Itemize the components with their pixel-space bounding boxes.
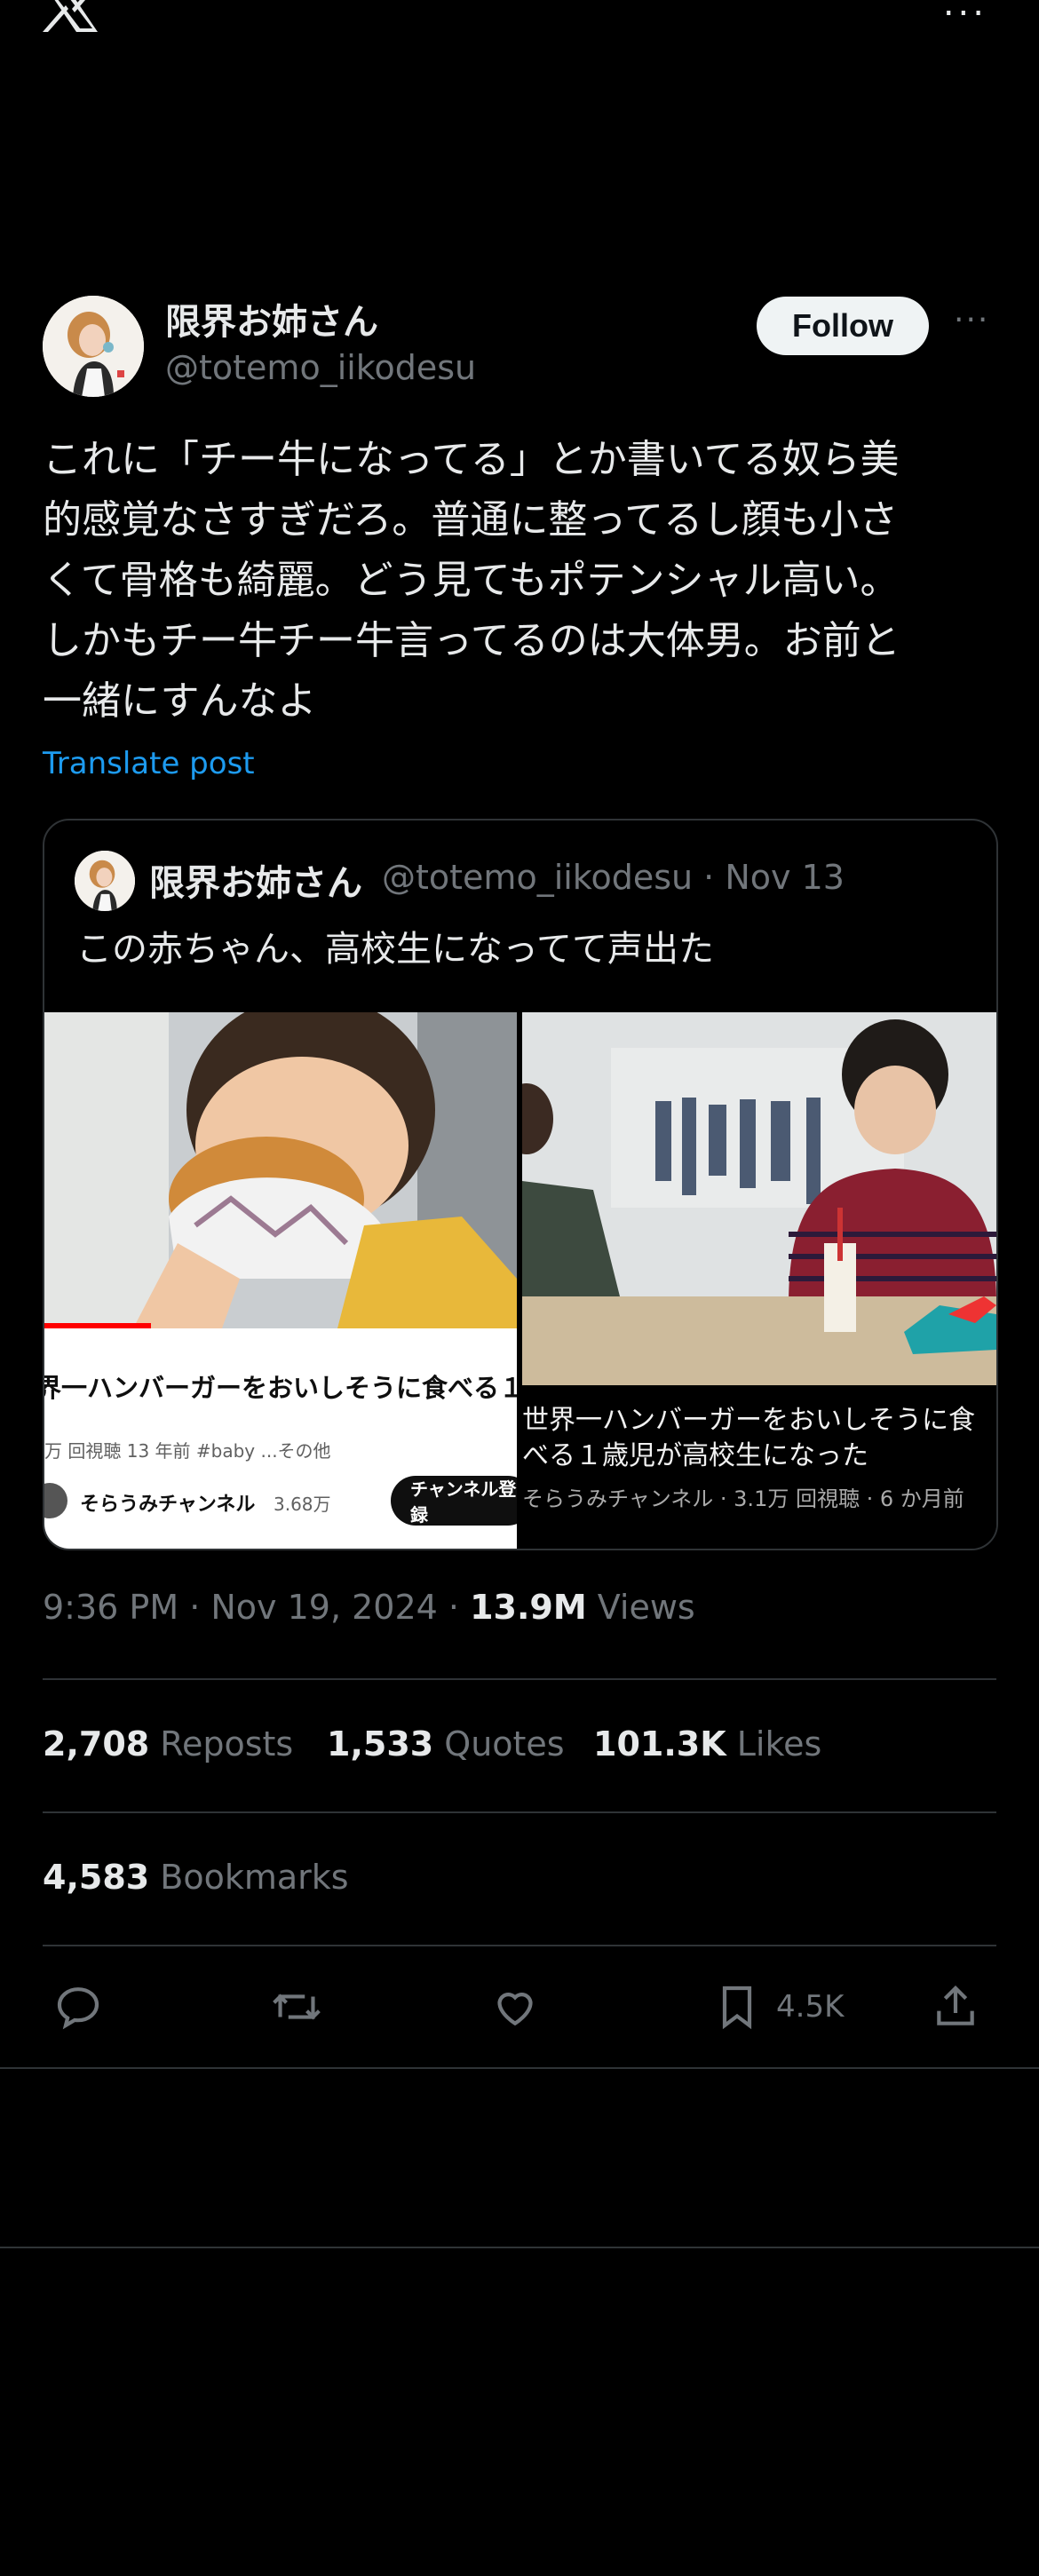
- x-logo-icon[interactable]: [43, 0, 101, 32]
- author-name[interactable]: 限界お姉さん: [165, 293, 378, 345]
- share-button[interactable]: [931, 1971, 980, 2042]
- quote-media-right[interactable]: 世界一ハンバーガーをおいしそうに食べる１歳児が高校生になった そらうみチャンネル…: [522, 1012, 996, 1549]
- subscribe-button: チャンネル登録: [391, 1476, 517, 1526]
- views-label: Views: [586, 1588, 695, 1627]
- bookmark-count: 4.5K: [776, 1989, 845, 2025]
- reply-icon: [57, 1987, 99, 2030]
- right-video-meta: そらうみチャンネル · 3.1万 回視聴 · 6 か月前: [522, 1486, 964, 1511]
- post-timestamp[interactable]: 9:36 PM · Nov 19, 2024 · 13.9M Views: [43, 1588, 695, 1627]
- left-video-title: 界一ハンバーガーをおいしそうに食べる１: [44, 1373, 517, 1403]
- highschool-photo: [522, 1012, 996, 1385]
- quote-author-name: 限界お姉さん: [149, 863, 362, 904]
- reposts-label: Reposts: [149, 1724, 294, 1764]
- quote-avatar[interactable]: [75, 851, 135, 911]
- left-video-meta: 万 回視聴 13 年前 #baby ...その他: [44, 1440, 331, 1462]
- divider: [43, 1945, 996, 1946]
- bookmarks-count: 4,583: [43, 1858, 150, 1897]
- likes-count: 101.3K: [593, 1724, 726, 1764]
- bookmarks-label: Bookmarks: [149, 1858, 349, 1897]
- quote-tweet-card[interactable]: 限界お姉さん @totemo_iikodesu · Nov 13 この赤ちゃん、…: [43, 819, 998, 1550]
- quote-text: この赤ちゃん、高校生になってて声出た: [76, 929, 714, 970]
- reposts-count: 2,708: [43, 1724, 150, 1764]
- divider: [43, 1811, 996, 1813]
- time-date: 9:36 PM · Nov 19, 2024 ·: [43, 1588, 471, 1627]
- more-options-icon[interactable]: ···: [954, 302, 989, 338]
- reposts-stat[interactable]: 2,708 Reposts: [43, 1724, 293, 1764]
- quote-handle-date: @totemo_iikodesu · Nov 13: [382, 858, 845, 897]
- like-button[interactable]: [490, 1971, 540, 2042]
- repost-icon: [273, 1993, 321, 2020]
- share-icon: [937, 1986, 974, 2025]
- more-options-icon[interactable]: ...: [943, 0, 987, 21]
- bookmark-icon: [722, 1986, 752, 2030]
- avatar[interactable]: [43, 296, 144, 397]
- right-video-title: 世界一ハンバーガーをおいしそうに食べる１歳児が高校生になった: [522, 1405, 975, 1471]
- divider: [0, 2067, 1039, 2069]
- divider: [0, 2247, 1039, 2248]
- quotes-count: 1,533: [327, 1724, 434, 1764]
- author-handle[interactable]: @totemo_iikodesu: [165, 348, 476, 387]
- quote-media-left[interactable]: 界一ハンバーガーをおいしそうに食べる１ 万 回視聴 13 年前 #baby ..…: [44, 1012, 517, 1549]
- quotes-stat[interactable]: 1,533 Quotes: [327, 1724, 565, 1764]
- follow-button[interactable]: Follow: [757, 297, 929, 355]
- likes-stat[interactable]: 101.3K Likes: [593, 1724, 821, 1764]
- heart-icon: [497, 1993, 533, 2026]
- left-video-subscribers: 3.68万: [274, 1494, 331, 1515]
- baby-photo: [44, 1012, 517, 1328]
- repost-button[interactable]: [270, 1971, 323, 2042]
- left-video-channel: そらうみチャンネル: [80, 1494, 256, 1516]
- channel-avatar: [44, 1483, 67, 1518]
- bookmarks-stat[interactable]: 4,583 Bookmarks: [43, 1858, 349, 1897]
- tweet-text: これに「チー牛になってる」とか書いてる奴ら美 的感覚なさすぎだろ。普通に整ってる…: [43, 437, 900, 724]
- likes-label: Likes: [726, 1724, 822, 1764]
- action-bar: 4.5K: [43, 1971, 996, 2042]
- reply-button[interactable]: [53, 1971, 103, 2042]
- divider: [43, 1678, 996, 1680]
- quotes-label: Quotes: [433, 1724, 565, 1764]
- bookmark-button[interactable]: 4.5K: [712, 1971, 844, 2042]
- translate-link[interactable]: Translate post: [43, 746, 255, 781]
- views-count: 13.9M: [470, 1588, 587, 1627]
